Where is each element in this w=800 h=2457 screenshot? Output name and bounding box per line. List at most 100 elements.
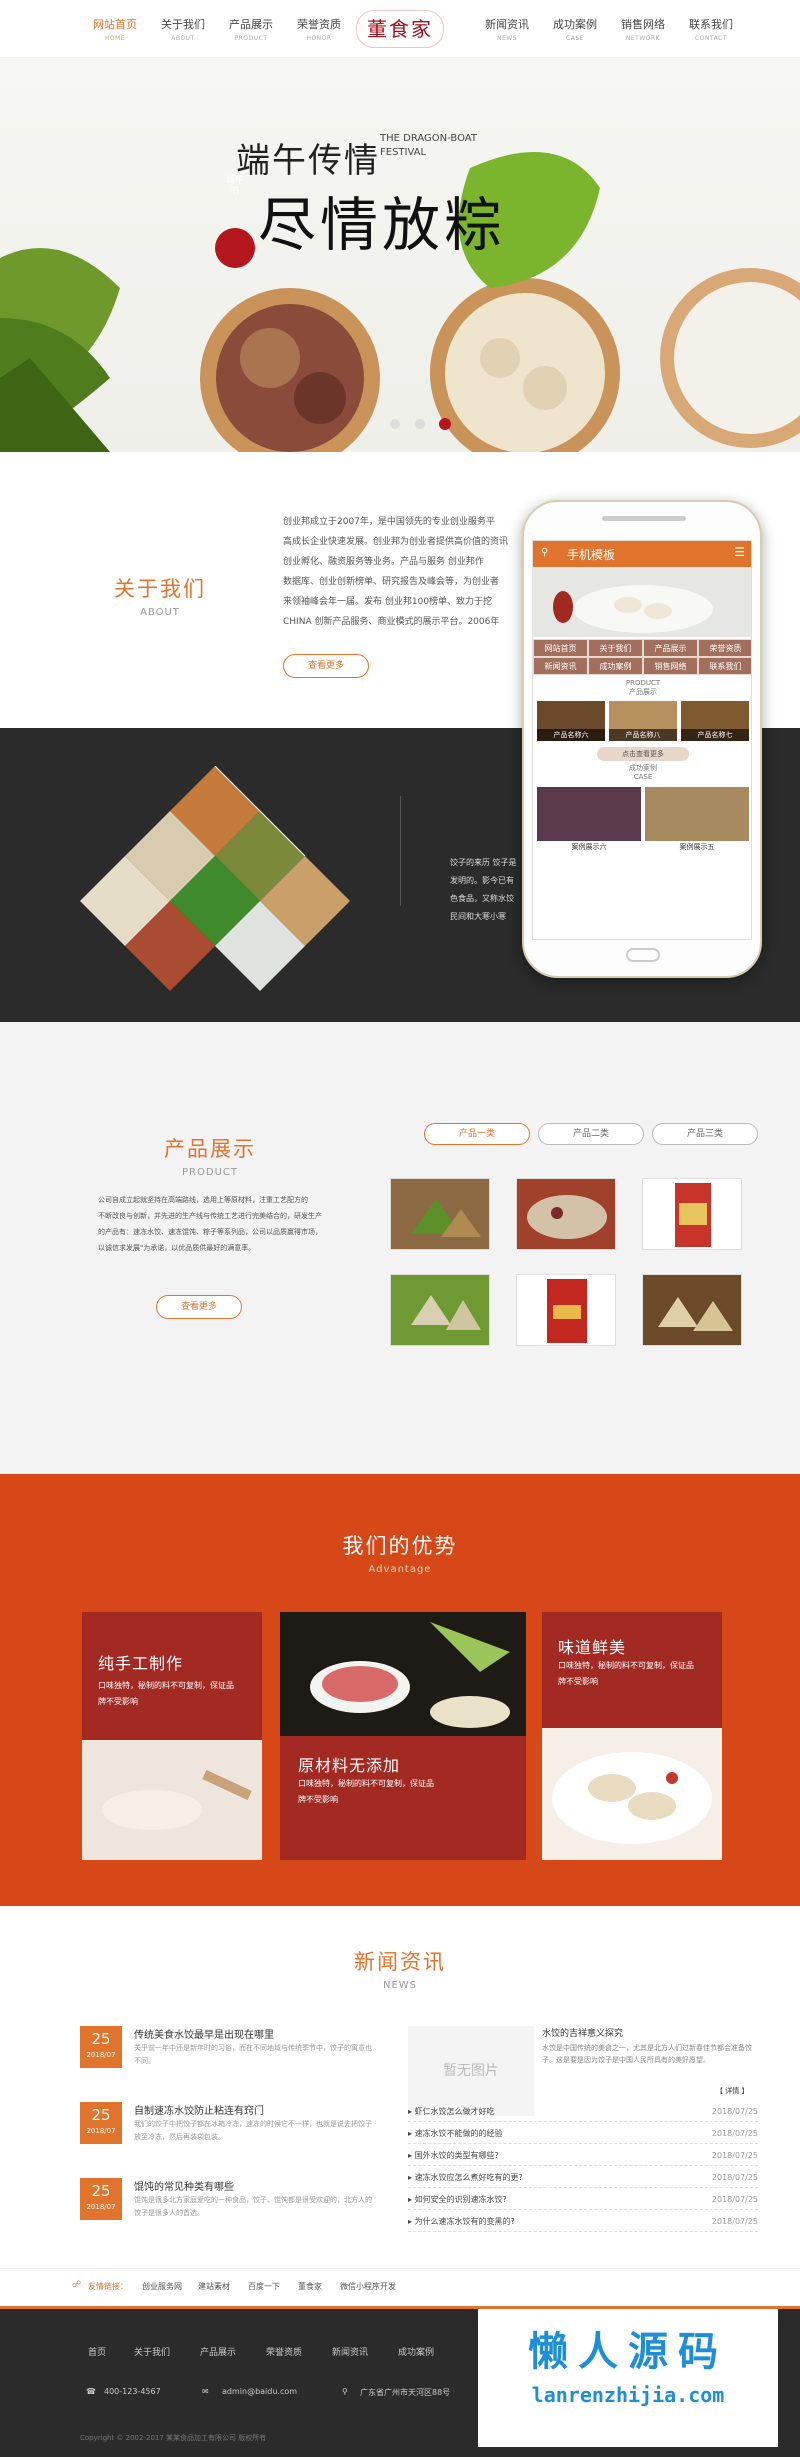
product-image[interactable] (390, 1178, 490, 1250)
banner-english: THE DRAGON-BOAT FESTIVAL (380, 133, 477, 158)
footer-nav-news[interactable]: 新闻资讯 (332, 2345, 368, 2358)
mail-icon: ✉ (202, 2387, 209, 2396)
site-footer: 首页 关于我们 产品展示 荣誉资质 新闻资讯 成功案例 ☎ 400-123-45… (0, 2306, 800, 2457)
card-desc: 口味独特，秘制的料不可复制，保证品 牌不受影响 (98, 1681, 234, 1706)
banner-seal: 端午节 (226, 176, 245, 197)
tab-product-2[interactable]: 产品二类 (538, 1123, 644, 1145)
phone-case-thumb[interactable]: 案例展示五 (645, 787, 749, 853)
mobile-template-mockup: ⚲ 手机模板 ☰ 网站首页 关于我们 产品展示 荣誉资质 新闻资讯 成功案例 销… (522, 500, 762, 978)
footer-nav-home[interactable]: 首页 (88, 2345, 106, 2358)
product-image[interactable] (516, 1274, 616, 1346)
watermark-title: 懒人源码 (528, 2329, 728, 2375)
product-text: 公司自成立起就坚持在高端路线，选用上等原材料，注重工艺配方的 不断改良与创新，并… (98, 1196, 322, 1252)
phone-case-thumb[interactable]: 案例展示六 (537, 787, 641, 853)
phone-menu-item[interactable]: 联系我们 (698, 657, 751, 675)
news-item[interactable]: 25 2018/07 馄饨的常见种类有哪些 馄饨是很多北方家庭爱吃的一种食品，饺子… (80, 2178, 380, 2238)
links-label: 友情链接： (88, 2282, 128, 2291)
friend-link[interactable]: 微信小程序开发 (340, 2281, 396, 2292)
nav-case[interactable]: 成功案例 CASE (540, 16, 610, 42)
news-list-item[interactable]: ▸ 速冻水饺应怎么煮好吃有的更? 2018/07/25 (408, 2168, 758, 2188)
news-date: 25 2018/07 (80, 2026, 122, 2068)
news-item[interactable]: 25 2018/07 自制速冻水饺防止粘连有窍门 我们的饺子中把饺子都在冰箱冷冻，… (80, 2102, 380, 2162)
card-desc: 口味独特，秘制的料不可复制，保证品 牌不受影响 (558, 1661, 694, 1686)
nav-honor[interactable]: 荣誉资质 HONOR (284, 16, 354, 42)
product-image[interactable] (516, 1178, 616, 1250)
friend-links: ☍ 友情链接： 创业服务网 建站素材 百度一下 董食家 微信小程序开发 (0, 2268, 800, 2304)
nav-network[interactable]: 销售网络 NETWORK (608, 16, 678, 42)
card-desc: 口味独特，秘制的料不可复制，保证品 牌不受影响 (298, 1779, 434, 1804)
advantage-card-handmade[interactable]: 纯手工制作 口味独特，秘制的料不可复制，保证品 牌不受影响 (82, 1612, 262, 1860)
news-feature-title[interactable]: 水饺的吉祥意义探究 (542, 2026, 623, 2039)
phone-speaker (602, 516, 686, 521)
news-list-item[interactable]: ▸ 速冻水饺不能做的的经验 2018/07/25 (408, 2124, 758, 2144)
friend-link[interactable]: 董食家 (298, 2281, 322, 2292)
friend-link[interactable]: 创业服务网 (142, 2281, 182, 2292)
watermark-box: 懒人源码 lanrenzhijia.com (478, 2309, 778, 2447)
site-header: 网站首页 HOME 关于我们 ABOUT 产品展示 PRODUCT 荣誉资质 HONOR… (0, 0, 800, 58)
product-image[interactable] (642, 1178, 742, 1250)
footer-nav-product[interactable]: 产品展示 (200, 2345, 236, 2358)
phone-product-thumb[interactable]: 产品名称七 (681, 701, 749, 741)
advantage-section: 我们的优势 Advantage 纯手工制作 口味独特，秘制的料不可复制，保证品牌… (0, 1474, 800, 1906)
footer-nav-about[interactable]: 关于我们 (134, 2345, 170, 2358)
phone-case-heading: 成功案例 CASE (629, 764, 657, 781)
phone-title: 手机模板 (567, 548, 616, 562)
hero-banner: 端午传情 尽情放粽 THE DRAGON-BOAT FESTIVAL 端午节 (0, 58, 800, 452)
nav-home[interactable]: 网站首页 HOME (80, 16, 150, 42)
news-section: 新闻资讯 NEWS 25 2018/07 传统美食水饺最早是出现在哪里 关乎前一年… (0, 1906, 800, 2306)
footer-email: admin@baidu.com (222, 2387, 298, 2396)
phone-screen: ⚲ 手机模板 ☰ 网站首页 关于我们 产品展示 荣誉资质 新闻资讯 成功案例 销… (532, 540, 752, 940)
tab-product-3[interactable]: 产品三类 (652, 1123, 758, 1145)
divider-line (400, 796, 401, 906)
footer-copyright: Copyright © 2002-2017 某某食品加工有限公司 版权所有 (80, 2434, 267, 2442)
phone-header: ⚲ 手机模板 ☰ (533, 541, 751, 567)
phone-menu-item[interactable]: 关于我们 (588, 639, 643, 657)
phone-menu-item[interactable]: 销售网络 (643, 657, 698, 675)
location-icon: ⚲ (342, 2387, 348, 2396)
ingredients-image (280, 1612, 526, 1736)
news-date: 25 2018/07 (80, 2102, 122, 2144)
about-title: 关于我们 ABOUT (114, 577, 206, 618)
phone-more-button[interactable]: 点击查看更多 (597, 747, 689, 761)
friend-link[interactable]: 建站素材 (198, 2281, 230, 2292)
product-image[interactable] (642, 1274, 742, 1346)
news-list-item[interactable]: ▸ 如何安全的识别速冻水饺? 2018/07/25 (408, 2190, 758, 2210)
about-more-button[interactable]: 查看更多 (283, 654, 369, 678)
footer-nav-case[interactable]: 成功案例 (398, 2345, 434, 2358)
phone-product-heading: PRODUCT 产品展示 (625, 679, 661, 696)
phone-menu-item[interactable]: 荣誉资质 (698, 639, 751, 657)
news-list-item[interactable]: ▸ 为什么速冻水饺有的变黑的? 2018/07/25 (408, 2212, 758, 2232)
phone-menu-item[interactable]: 新闻资讯 (533, 657, 588, 675)
nav-contact[interactable]: 联系我们 CONTACT (676, 16, 746, 42)
footer-address: 广东省广州市天河区88号 (360, 2388, 451, 2397)
advantage-card-taste[interactable]: 味道鲜美 口味独特，秘制的料不可复制，保证品 牌不受影响 (542, 1612, 722, 1860)
site-logo[interactable]: 董食家 (356, 10, 444, 48)
link-icon: ☍ (72, 2280, 82, 2290)
phone-menu-item[interactable]: 成功案例 (588, 657, 643, 675)
news-item[interactable]: 25 2018/07 传统美食水饺最早是出现在哪里 关乎前一年中还是新年时的习俗，… (80, 2026, 380, 2086)
friend-link[interactable]: 百度一下 (248, 2281, 280, 2292)
phone-product-thumb[interactable]: 产品名称六 (537, 701, 605, 741)
news-feature-desc: 水饺是中国传统的美食之一，尤其是北方人们过新春佳节都会准备饺子。这是要是因为饺子… (542, 2044, 752, 2064)
search-icon[interactable]: ⚲ (541, 547, 548, 558)
news-list-item[interactable]: ▸ 虾仁水饺怎么做才好吃 2018/07/25 (408, 2102, 758, 2122)
phone-menu-item[interactable]: 产品展示 (643, 639, 698, 657)
nav-about[interactable]: 关于我们 ABOUT (148, 16, 218, 42)
phone-product-thumb[interactable]: 产品名称八 (609, 701, 677, 741)
nav-product[interactable]: 产品展示 PRODUCT (216, 16, 286, 42)
phone-icon: ☎ (86, 2387, 96, 2396)
footer-nav-honor[interactable]: 荣誉资质 (266, 2345, 302, 2358)
tab-product-1[interactable]: 产品一类 (424, 1123, 530, 1145)
product-more-button[interactable]: 查看更多 (156, 1295, 242, 1319)
news-detail-link[interactable]: 【 详情 】 (716, 2086, 748, 2096)
watermark-url: lanrenzhijia.com (531, 2383, 725, 2407)
menu-icon[interactable]: ☰ (734, 545, 745, 559)
news-list-item[interactable]: ▸ 国外水饺的类型有哪些? 2018/07/25 (408, 2146, 758, 2166)
news-title: 新闻资讯 NEWS (354, 1950, 446, 1991)
banner-calligraphy-2: 尽情放粽 (258, 191, 507, 259)
advantage-card-ingredients[interactable]: 原材料无添加 口味独特，秘制的料不可复制，保证品 牌不受影响 (280, 1612, 526, 1860)
phone-menu-item[interactable]: 网站首页 (533, 639, 588, 657)
nav-news[interactable]: 新闻资讯 NEWS (472, 16, 542, 42)
phone-banner (533, 567, 751, 637)
product-image[interactable] (390, 1274, 490, 1346)
